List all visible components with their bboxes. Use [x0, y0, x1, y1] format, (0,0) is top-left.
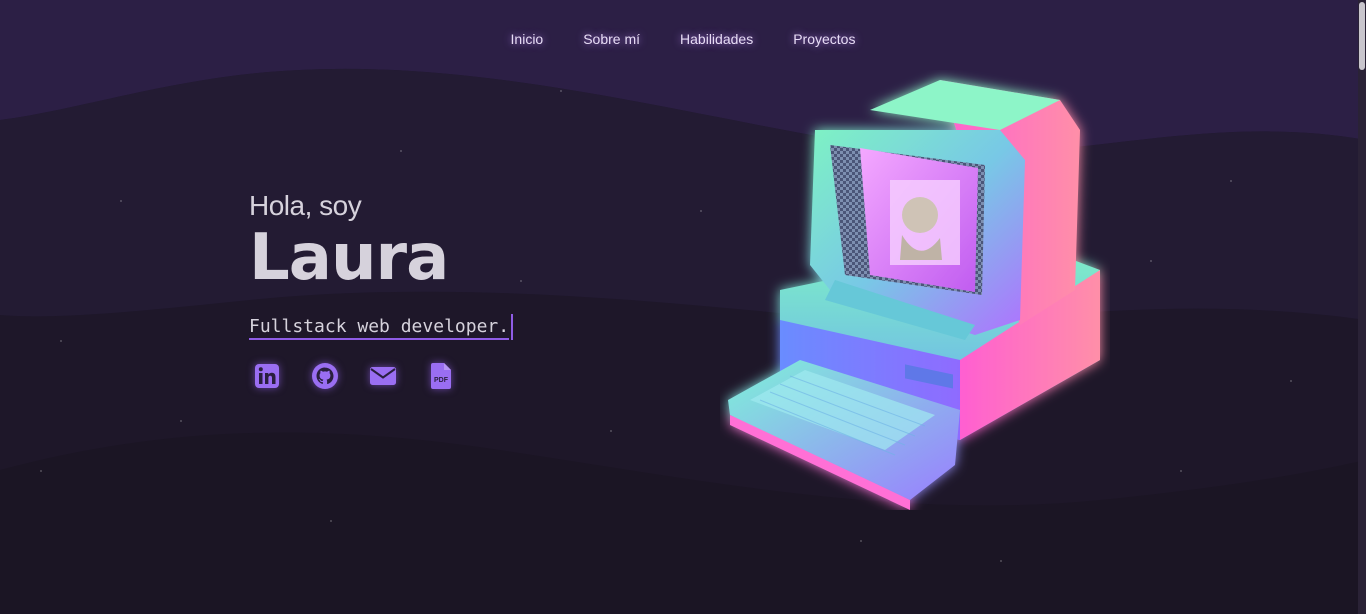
mail-icon: [370, 367, 396, 385]
linkedin-icon: [255, 364, 279, 388]
linkedin-link[interactable]: [251, 360, 283, 392]
hero-section: Hola, soy Laura Fullstack web developer.: [249, 190, 514, 392]
retro-computer-illustration: [728, 80, 1100, 510]
page-scrollbar[interactable]: [1358, 0, 1366, 614]
hero-role-wrap: Fullstack web developer.: [249, 314, 514, 340]
pdf-icon: PDF: [431, 363, 451, 389]
github-icon: [312, 363, 338, 389]
nav-item-sobre-mi[interactable]: Sobre mí: [563, 28, 660, 50]
social-links: PDF: [251, 360, 513, 392]
typing-cursor: [511, 314, 514, 340]
hero-name: Laura: [249, 221, 449, 295]
nav-item-proyectos[interactable]: Proyectos: [773, 28, 875, 50]
main-nav: Inicio Sobre mí Habilidades Proyectos: [0, 28, 1366, 50]
nav-item-habilidades[interactable]: Habilidades: [660, 28, 773, 50]
pdf-icon-label: PDF: [434, 377, 449, 384]
scrollbar-thumb[interactable]: [1359, 2, 1365, 70]
hero-greeting: Hola, soy: [249, 190, 362, 221]
cv-pdf-link[interactable]: PDF: [425, 360, 457, 392]
email-link[interactable]: [367, 360, 399, 392]
hero-role: Fullstack web developer.: [249, 316, 510, 340]
nav-item-inicio[interactable]: Inicio: [491, 28, 564, 50]
github-link[interactable]: [309, 360, 341, 392]
starfield: [0, 0, 1366, 614]
